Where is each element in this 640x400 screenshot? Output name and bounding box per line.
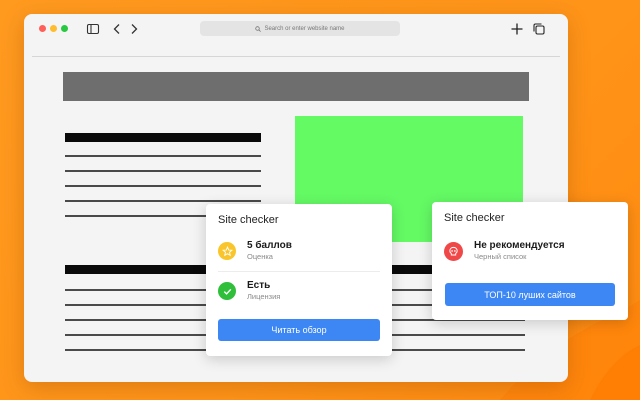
close-window-button[interactable]: [39, 25, 46, 32]
site-checker-card-positive: Site checker 5 баллов Оценка Есть Лиценз…: [206, 204, 392, 356]
maximize-window-button[interactable]: [61, 25, 68, 32]
search-icon: [255, 25, 262, 32]
new-tab-icon[interactable]: [510, 22, 524, 36]
recommendation-value: Не рекомендуется: [474, 240, 565, 251]
address-placeholder: Search or enter website name: [264, 25, 345, 32]
rating-row: 5 баллов Оценка: [218, 240, 292, 262]
recommendation-row: Не рекомендуется Черный список: [444, 240, 565, 262]
blacklist-label: Черный список: [474, 252, 527, 261]
check-icon: [218, 282, 236, 300]
minimize-window-button[interactable]: [50, 25, 57, 32]
placeholder-text-line: [65, 185, 261, 187]
placeholder-text-line: [65, 170, 261, 172]
read-review-button[interactable]: Читать обзор: [218, 319, 380, 341]
tabs-icon[interactable]: [532, 22, 546, 36]
site-checker-card-negative: Site checker Не рекомендуется Черный спи…: [432, 202, 628, 320]
license-value: Есть: [247, 280, 271, 291]
address-bar[interactable]: Search or enter website name: [200, 21, 400, 36]
browser-toolbar: Search or enter website name: [24, 14, 568, 44]
placeholder-text-line: [65, 155, 261, 157]
placeholder-banner: [63, 72, 529, 101]
sidebar-icon[interactable]: [86, 22, 100, 36]
rating-value: 5 баллов: [247, 240, 292, 251]
license-label: Лицензия: [247, 292, 281, 301]
forward-icon[interactable]: [127, 22, 141, 36]
toolbar-divider: [32, 56, 560, 57]
star-icon: [218, 242, 236, 260]
license-row: Есть Лицензия: [218, 280, 280, 302]
placeholder-text-line: [65, 200, 261, 202]
rating-label: Оценка: [247, 252, 273, 261]
card-divider: [218, 271, 380, 272]
card-title: Site checker: [218, 214, 279, 226]
top-sites-button[interactable]: ТОП-10 луших сайтов: [445, 283, 615, 306]
back-icon[interactable]: [110, 22, 124, 36]
placeholder-heading: [65, 133, 261, 142]
skull-icon: [444, 241, 463, 261]
card-title: Site checker: [444, 212, 505, 224]
